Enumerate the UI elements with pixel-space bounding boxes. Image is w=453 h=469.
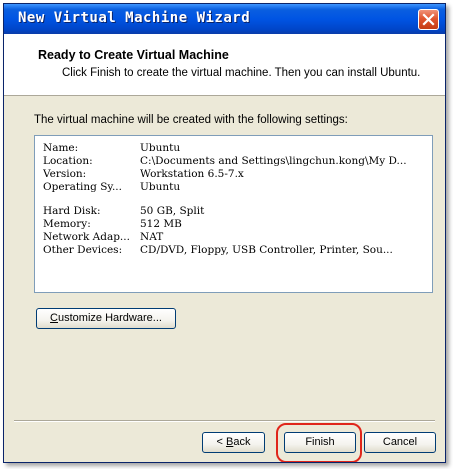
setting-label: Hard Disk: <box>43 205 101 217</box>
customize-hardware-button[interactable]: Customize Hardware... <box>36 308 176 329</box>
setting-value: CD/DVD, Floppy, USB Controller, Printer,… <box>140 244 393 256</box>
setting-value: 50 GB, Split <box>140 205 205 217</box>
title-bar[interactable]: New Virtual Machine Wizard <box>4 4 445 34</box>
setting-label: Other Devices: <box>43 244 123 256</box>
setting-value: 512 MB <box>140 218 182 230</box>
back-prefix: < <box>216 436 226 448</box>
finish-highlight-annotation <box>276 423 362 462</box>
setting-label: Memory: <box>43 218 91 230</box>
page-subtitle: Click Finish to create the virtual machi… <box>62 67 421 79</box>
setting-value: C:\Documents and Settings\lingchun.kong\… <box>140 155 407 167</box>
setting-label: Operating Sy... <box>43 181 122 193</box>
settings-summary[interactable]: Name: Ubuntu Location: C:\Documents and … <box>34 135 433 293</box>
close-button[interactable] <box>418 9 439 30</box>
setting-label: Name: <box>43 142 79 154</box>
setting-label: Version: <box>43 168 87 180</box>
cancel-button[interactable]: Cancel <box>364 432 436 453</box>
wizard-window: New Virtual Machine Wizard Ready to Crea… <box>3 3 446 463</box>
setting-value: Ubuntu <box>140 142 181 154</box>
close-icon <box>422 13 435 26</box>
setting-label: Network Adap... <box>43 231 130 243</box>
setting-value: Ubuntu <box>140 181 181 193</box>
back-button[interactable]: < Back <box>202 432 265 453</box>
setting-value: Workstation 6.5-7.x <box>140 168 244 180</box>
customize-label: ustomize Hardware... <box>58 312 162 324</box>
settings-intro: The virtual machine will be created with… <box>34 114 348 126</box>
back-label: ack <box>233 436 251 448</box>
page-title: Ready to Create Virtual Machine <box>38 48 229 62</box>
customize-mnemonic: C <box>50 312 58 324</box>
window-title: New Virtual Machine Wizard <box>18 10 251 26</box>
setting-label: Location: <box>43 155 93 167</box>
setting-value: NAT <box>140 231 164 243</box>
header-panel: Ready to Create Virtual Machine Click Fi… <box>4 34 445 96</box>
button-separator <box>14 420 435 422</box>
